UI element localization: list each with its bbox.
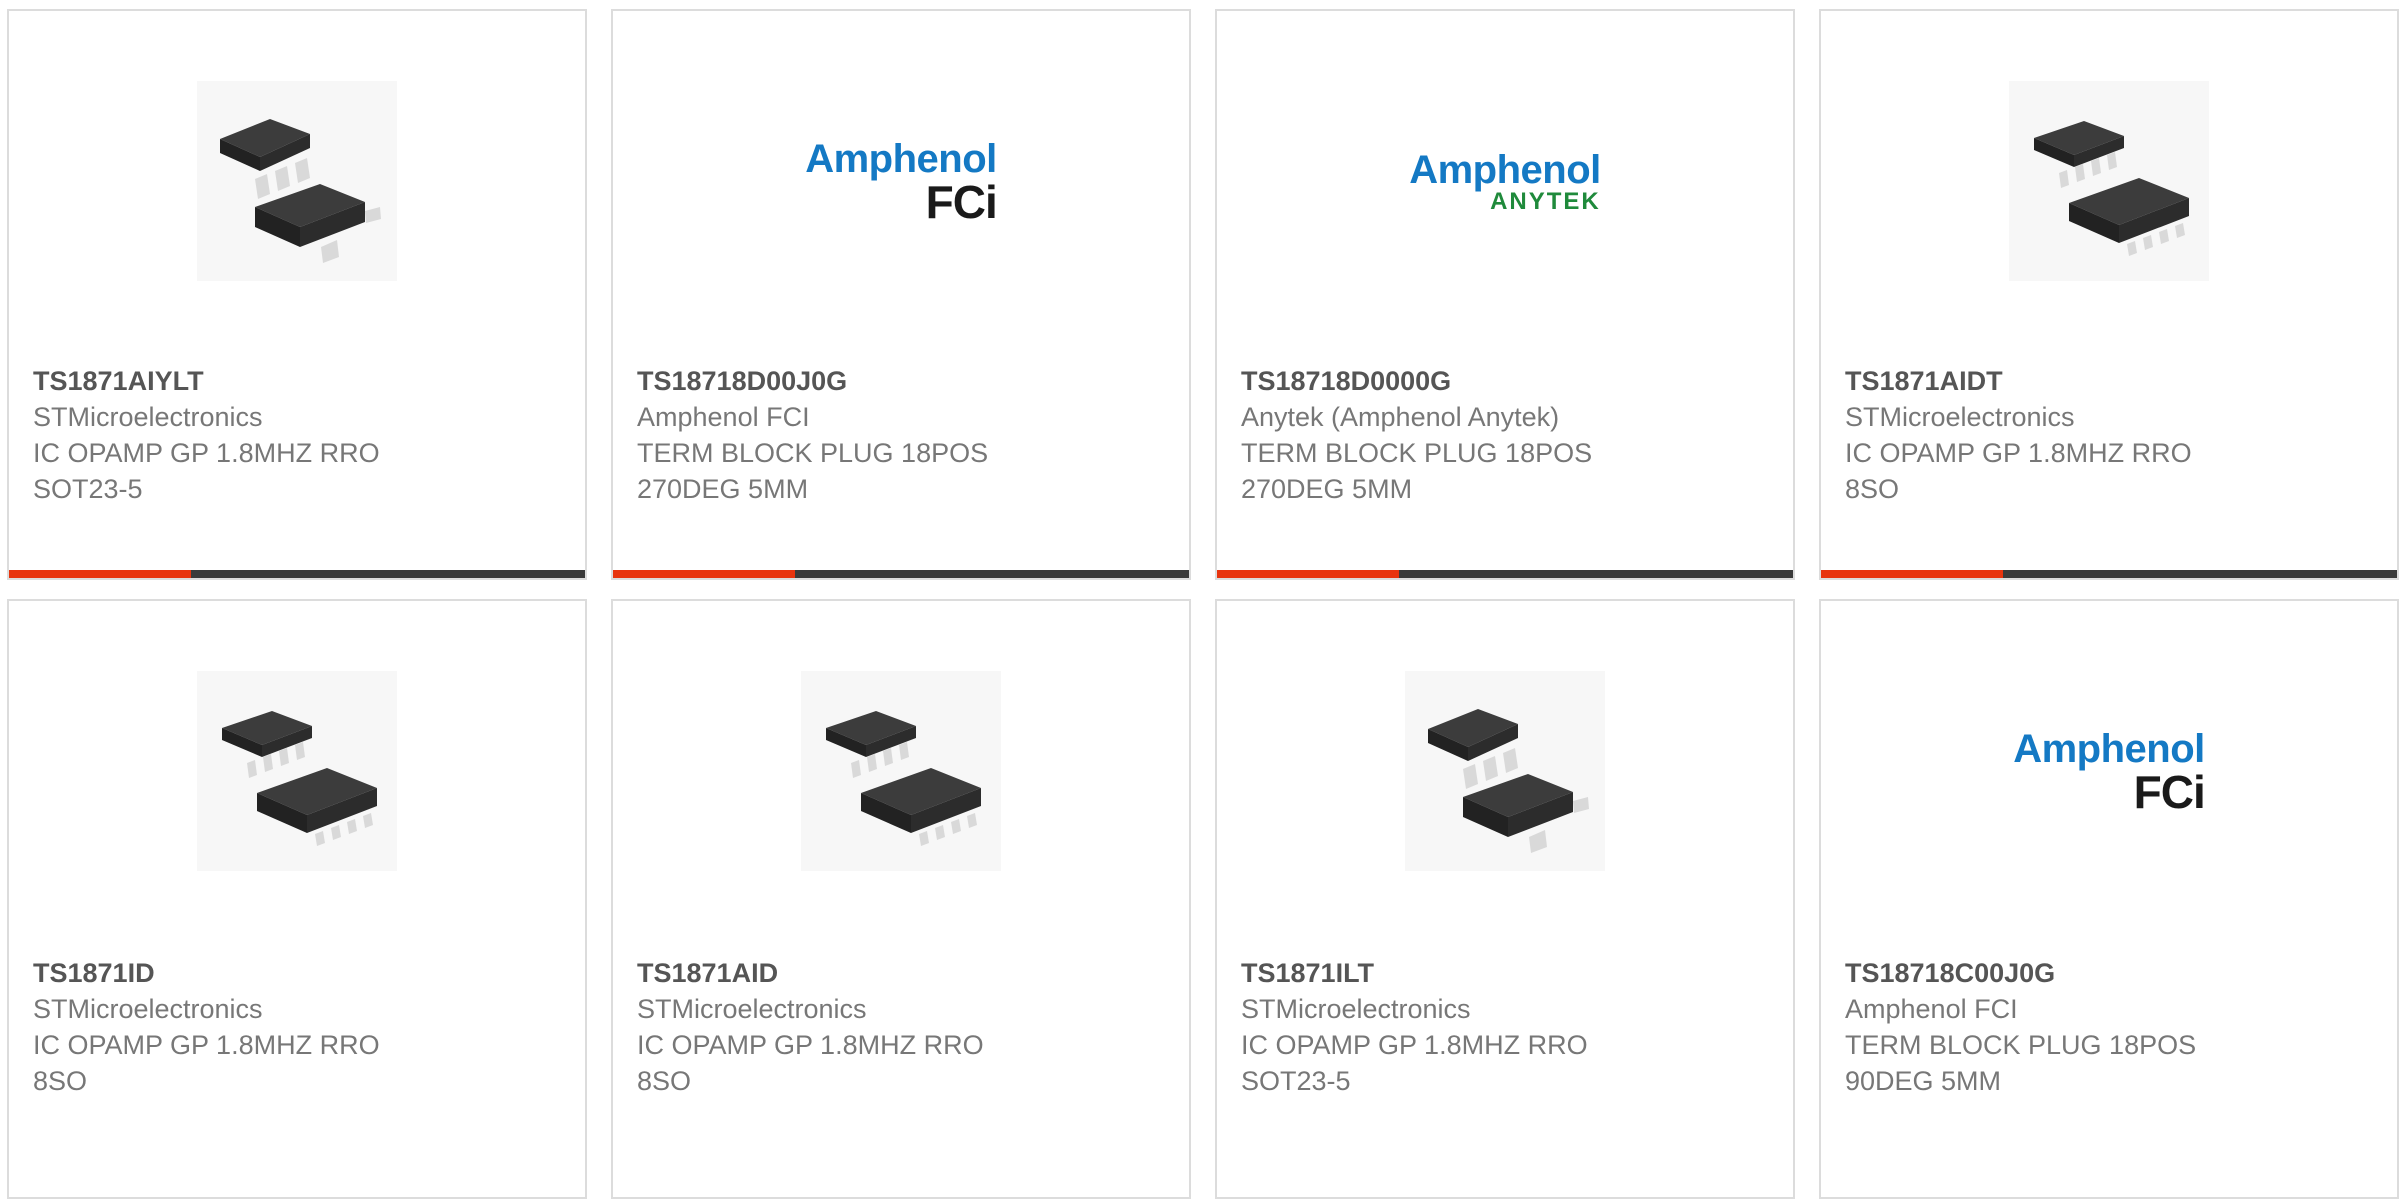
part-number[interactable]: TS1871ILT (1241, 955, 1773, 991)
description-line: IC OPAMP GP 1.8MHZ RRO (1241, 1030, 1588, 1060)
description-line: 8SO (33, 1066, 88, 1096)
manufacturer: STMicroelectronics (1845, 402, 2075, 432)
card-accent-bar (613, 570, 795, 578)
product-card[interactable]: TS1871ID STMicroelectronics IC OPAMP GP … (7, 599, 587, 1199)
product-card[interactable]: TS1871ILT STMicroelectronics IC OPAMP GP… (1215, 599, 1795, 1199)
product-image[interactable] (197, 81, 397, 281)
sot23-chip-icon (197, 81, 397, 281)
amphenol-anytek-logo: Amphenol ANYTEK (1409, 148, 1601, 215)
amphenol-fci-logo: Amphenol FCi (805, 137, 998, 228)
manufacturer: STMicroelectronics (33, 402, 263, 432)
description-line: IC OPAMP GP 1.8MHZ RRO (33, 1030, 380, 1060)
card-bottom-bar (1821, 570, 2397, 578)
product-card[interactable]: Amphenol FCi TS18718C00J0G Amphenol FCI … (1819, 599, 2399, 1199)
card-accent-bar (9, 570, 191, 578)
description-line: 8SO (1845, 474, 1900, 504)
product-grid: TS1871AIYLT STMicroelectronics IC OPAMP … (0, 0, 2400, 1199)
part-number[interactable]: TS1871AIYLT (33, 363, 565, 399)
part-number[interactable]: TS1871AIDT (1845, 363, 2377, 399)
card-accent-bar (1821, 570, 2003, 578)
description-line: 90DEG 5MM (1845, 1066, 2002, 1096)
description-line: IC OPAMP GP 1.8MHZ RRO (1845, 438, 2192, 468)
product-card[interactable]: TS1871AIDT STMicroelectronics IC OPAMP G… (1819, 9, 2399, 580)
sot23-chip-icon (1405, 671, 1605, 871)
so8-chip-icon (2009, 81, 2209, 281)
product-image[interactable] (197, 671, 397, 871)
manufacturer: STMicroelectronics (1241, 994, 1471, 1024)
card-bottom-bar (1217, 570, 1793, 578)
product-image[interactable]: Amphenol FCi (2009, 671, 2209, 871)
part-number[interactable]: TS18718D00J0G (637, 363, 1169, 399)
so8-chip-icon (197, 671, 397, 871)
part-number[interactable]: TS18718C00J0G (1845, 955, 2377, 991)
product-card[interactable]: Amphenol FCi TS18718D00J0G Amphenol FCI … (611, 9, 1191, 580)
description-line: TERM BLOCK PLUG 18POS (1241, 438, 1593, 468)
product-card[interactable]: Amphenol ANYTEK TS18718D0000G Anytek (Am… (1215, 9, 1795, 580)
description-line: TERM BLOCK PLUG 18POS (637, 438, 989, 468)
product-image[interactable] (1405, 671, 1605, 871)
manufacturer: Anytek (Amphenol Anytek) (1241, 402, 1560, 432)
product-card[interactable]: TS1871AIYLT STMicroelectronics IC OPAMP … (7, 9, 587, 580)
card-bottom-bar (9, 570, 585, 578)
description-line: 270DEG 5MM (637, 474, 809, 504)
description-line: SOT23-5 (1241, 1066, 1351, 1096)
so8-chip-icon (801, 671, 1001, 871)
description-line: TERM BLOCK PLUG 18POS (1845, 1030, 2197, 1060)
product-image[interactable]: Amphenol FCi (801, 81, 1001, 281)
card-bottom-bar (613, 570, 1189, 578)
product-image[interactable] (801, 671, 1001, 871)
description-line: SOT23-5 (33, 474, 143, 504)
product-image[interactable] (2009, 81, 2209, 281)
card-accent-bar (1217, 570, 1399, 578)
description-line: IC OPAMP GP 1.8MHZ RRO (33, 438, 380, 468)
manufacturer: STMicroelectronics (33, 994, 263, 1024)
manufacturer: STMicroelectronics (637, 994, 867, 1024)
description-line: 270DEG 5MM (1241, 474, 1413, 504)
product-card[interactable]: TS1871AID STMicroelectronics IC OPAMP GP… (611, 599, 1191, 1199)
description-line: 8SO (637, 1066, 692, 1096)
part-number[interactable]: TS1871ID (33, 955, 565, 991)
manufacturer: Amphenol FCI (637, 402, 810, 432)
description-line: IC OPAMP GP 1.8MHZ RRO (637, 1030, 984, 1060)
product-image[interactable]: Amphenol ANYTEK (1405, 81, 1605, 281)
manufacturer: Amphenol FCI (1845, 994, 2018, 1024)
part-number[interactable]: TS18718D0000G (1241, 363, 1773, 399)
amphenol-fci-logo: Amphenol FCi (2013, 727, 2206, 818)
part-number[interactable]: TS1871AID (637, 955, 1169, 991)
